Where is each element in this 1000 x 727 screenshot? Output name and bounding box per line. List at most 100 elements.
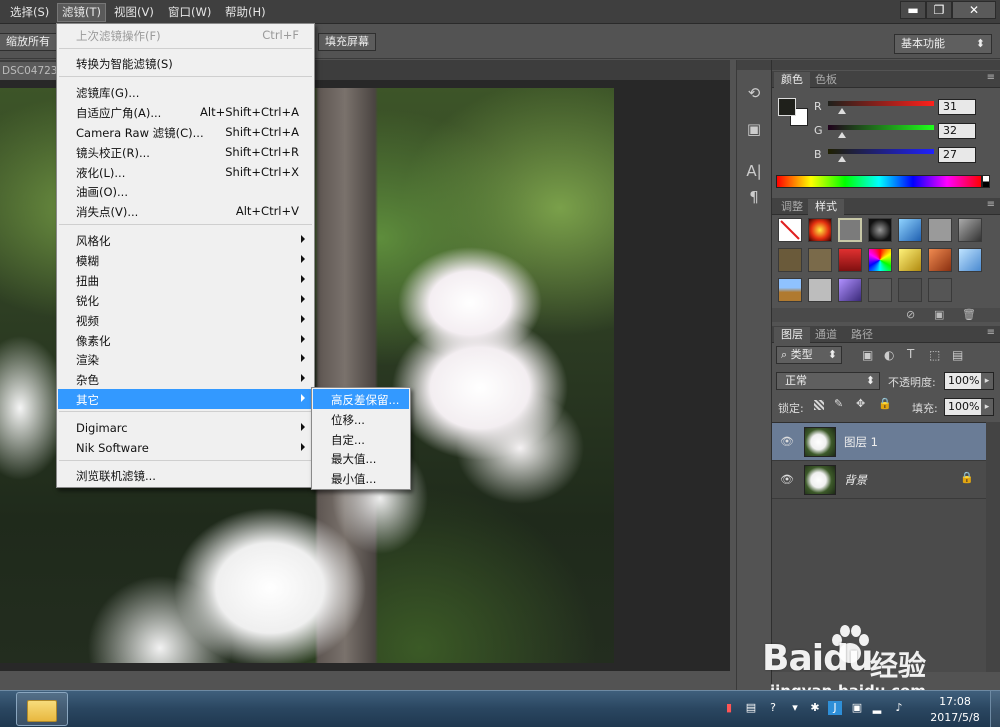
color-spectrum-ramp[interactable] [776, 175, 982, 188]
menu-item-browse-online-filters[interactable]: 浏览联机滤镜... [58, 465, 313, 485]
opacity-input[interactable]: 100% ▸ [944, 372, 994, 390]
menu-item-filter-gallery[interactable]: 滤镜库(G)... [58, 82, 313, 102]
input-method-tray-icon[interactable]: J [828, 701, 842, 715]
layer-row-background[interactable]: 👁 背景 🔒 [772, 461, 986, 499]
menu-item-camera-raw[interactable]: Camera Raw 滤镜(C)... Shift+Ctrl+A [58, 122, 313, 142]
style-swatch[interactable] [808, 278, 832, 302]
fill-screen-button[interactable]: 填充屏幕 [318, 33, 376, 51]
show-desktop-button[interactable] [990, 691, 1000, 727]
menu-item-liquify[interactable]: 液化(L)... Shift+Ctrl+X [58, 162, 313, 182]
style-swatch[interactable] [928, 248, 952, 272]
menu-item-oil-paint[interactable]: 油画(O)... [58, 181, 313, 201]
menu-item-blur[interactable]: 模糊 [58, 250, 313, 270]
eye-icon[interactable]: 👁 [780, 435, 794, 449]
channel-g-thumb[interactable] [838, 132, 846, 138]
filter-adjustment-icon[interactable]: ◐ [884, 348, 894, 362]
menu-item-other[interactable]: 其它 [58, 389, 313, 409]
style-swatch[interactable] [958, 248, 982, 272]
tab-paths[interactable]: 路径 [844, 327, 880, 343]
explorer-taskbar-button[interactable] [16, 692, 68, 726]
lock-transparent-icon[interactable] [814, 400, 824, 410]
menu-item-convert-smart-filter[interactable]: 转换为智能滤镜(S) [58, 53, 313, 73]
start-button[interactable] [2, 692, 16, 726]
clock-time[interactable]: 17:08 [930, 695, 980, 708]
style-swatch[interactable] [778, 278, 802, 302]
history-icon[interactable]: ⟲ [743, 82, 765, 104]
style-swatch[interactable] [838, 218, 862, 242]
filter-image-icon[interactable]: ▣ [862, 348, 873, 362]
device-tray-icon[interactable]: ▣ [850, 701, 864, 715]
tab-styles[interactable]: 样式 [808, 199, 844, 215]
style-swatch[interactable] [808, 218, 832, 242]
style-swatch[interactable] [928, 278, 952, 302]
menu-item-last-filter[interactable]: 上次滤镜操作(F) Ctrl+F [58, 25, 313, 45]
menu-item-sharpen[interactable]: 锐化 [58, 290, 313, 310]
channel-g-input[interactable]: 32 [938, 123, 976, 139]
tab-color[interactable]: 颜色 [774, 72, 810, 88]
menu-item-distort[interactable]: 扭曲 [58, 270, 313, 290]
submenu-item-custom[interactable]: 自定... [313, 429, 409, 449]
layer-row-layer1[interactable]: 👁 图层 1 [772, 423, 986, 461]
style-swatch[interactable] [898, 278, 922, 302]
style-swatch[interactable] [778, 248, 802, 272]
menu-view[interactable]: 视图(V) [110, 4, 158, 21]
blend-mode-select[interactable]: 正常 ⬍ [776, 372, 880, 390]
minimize-button[interactable]: ▬ [900, 1, 926, 19]
restore-button[interactable]: ❐ [926, 1, 952, 19]
channel-r-slider[interactable] [828, 101, 934, 106]
no-style-small-icon[interactable]: ⊘ [906, 308, 915, 321]
tray-icon[interactable]: ▤ [744, 701, 758, 715]
workspace-select[interactable]: 基本功能 ⬍ [894, 34, 992, 54]
trash-icon[interactable]: 🗑 [962, 308, 976, 321]
tab-swatches[interactable]: 色板 [808, 72, 844, 88]
menu-item-lens-correction[interactable]: 镜头校正(R)... Shift+Ctrl+R [58, 142, 313, 162]
lock-brush-icon[interactable]: ✎ [834, 397, 843, 410]
network-tray-icon[interactable]: ▂ [870, 701, 884, 715]
channel-b-slider[interactable] [828, 149, 934, 154]
style-swatch[interactable] [868, 248, 892, 272]
style-swatch[interactable] [898, 218, 922, 242]
submenu-item-maximum[interactable]: 最大值... [313, 448, 409, 468]
channel-r-input[interactable]: 31 [938, 99, 976, 115]
lock-move-icon[interactable]: ✥ [856, 397, 865, 410]
bluetooth-tray-icon[interactable]: ✱ [808, 701, 822, 715]
panel-menu-icon[interactable]: ≡ [987, 327, 995, 338]
fill-input[interactable]: 100% ▸ [944, 398, 994, 416]
filter-smart-object-icon[interactable]: ▤ [952, 348, 963, 362]
menu-help[interactable]: 帮助(H) [221, 4, 270, 21]
style-swatch[interactable] [958, 218, 982, 242]
properties-icon[interactable]: ▣ [743, 118, 765, 140]
panel-menu-icon[interactable]: ≡ [987, 72, 995, 83]
submenu-item-minimum[interactable]: 最小值... [313, 468, 409, 488]
layer-name[interactable]: 图层 1 [844, 434, 878, 450]
style-swatch[interactable] [898, 248, 922, 272]
close-button[interactable]: ✕ [952, 1, 996, 19]
layer-kind-filter[interactable]: ⌕ 类型 ⬍ [776, 346, 842, 364]
foreground-color-swatch[interactable] [778, 98, 796, 116]
menu-item-stylize[interactable]: 风格化 [58, 230, 313, 250]
character-icon[interactable]: A| [743, 160, 765, 182]
channel-b-thumb[interactable] [838, 156, 846, 162]
help-tray-icon[interactable]: ? [766, 701, 780, 715]
menu-item-noise[interactable]: 杂色 [58, 369, 313, 389]
chevron-right-icon[interactable]: ▸ [981, 399, 993, 415]
volume-tray-icon[interactable]: ♪ [892, 701, 906, 715]
menu-item-adaptive-wide-angle[interactable]: 自适应广角(A)... Alt+Shift+Ctrl+A [58, 102, 313, 122]
style-swatch[interactable] [838, 278, 862, 302]
submenu-item-offset[interactable]: 位移... [313, 409, 409, 429]
layer-name[interactable]: 背景 [844, 472, 867, 488]
menu-item-video[interactable]: 视频 [58, 310, 313, 330]
channel-r-thumb[interactable] [838, 108, 846, 114]
submenu-item-high-pass[interactable]: 高反差保留... [313, 389, 409, 409]
tab-adjustments[interactable]: 调整 [774, 199, 810, 215]
eye-icon[interactable]: 👁 [780, 473, 794, 487]
chevron-right-icon[interactable]: ▸ [981, 373, 993, 389]
channel-g-slider[interactable] [828, 125, 934, 130]
channel-b-input[interactable]: 27 [938, 147, 976, 163]
clock-date[interactable]: 2017/5/8 [922, 711, 988, 724]
new-style-icon[interactable]: ▣ [934, 308, 944, 321]
menu-filter[interactable]: 滤镜(T) [57, 3, 106, 22]
lock-all-icon[interactable]: 🔒 [878, 397, 892, 410]
style-swatch[interactable] [928, 218, 952, 242]
filter-type-icon[interactable]: T [907, 347, 914, 361]
